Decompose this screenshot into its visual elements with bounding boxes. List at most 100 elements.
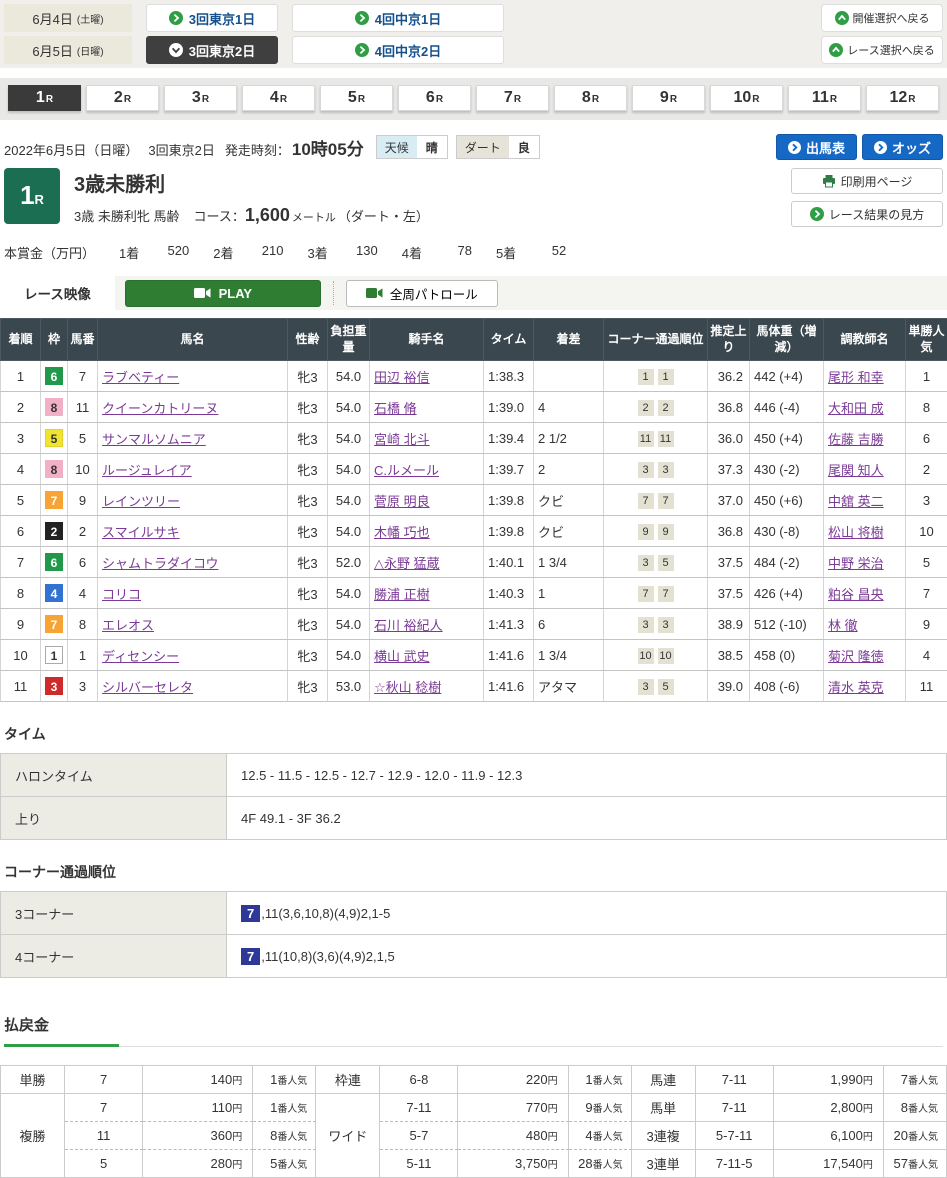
payout-combination: 5-7 [380,1122,458,1150]
trainer-cell: 菊沢 隆徳 [824,640,906,671]
payout-amount: 220円 [458,1066,568,1094]
trainer-link[interactable]: 菊沢 隆徳 [828,649,884,664]
horse-name-cell: エレオス [98,609,288,640]
race-tab-12r[interactable]: 12R [866,85,939,111]
horse-number: 10 [68,454,98,485]
time-table: ハロンタイム12.5 - 11.5 - 12.5 - 12.7 - 12.9 -… [0,753,947,840]
race-tab-10r[interactable]: 10R [710,85,783,111]
corner-order-text: ,11(10,8)(3,6)(4,9)2,1,5 [261,949,394,964]
race-tab-11r[interactable]: 11R [788,85,861,111]
horse-link[interactable]: クイーンカトリーヌ [102,401,218,416]
frame-cell: 2 [41,516,68,547]
frame-badge: 5 [45,429,63,447]
horse-link[interactable]: シャムトラダイコウ [102,556,218,571]
finish-position: 1 [1,361,41,392]
finish-time: 1:39.7 [484,454,534,485]
payout-amount: 110円 [143,1094,253,1122]
result-row: 1133シルバーセレタ牝353.0☆秋山 稔樹1:41.6アタマ3539.040… [1,671,947,702]
jockey-link[interactable]: 勝浦 正樹 [374,587,430,602]
race-tab-7r[interactable]: 7R [476,85,549,111]
last-3f: 38.9 [708,609,750,640]
meeting-link-button[interactable]: 3回東京2日 [146,36,278,64]
print-page-button[interactable]: 印刷用ページ [791,168,943,194]
jockey-link[interactable]: 菅原 明良 [374,494,430,509]
horse-link[interactable]: エレオス [102,618,154,633]
popularity-unit: 番人気 [908,1132,938,1143]
trainer-cell: 尾形 和幸 [824,361,906,392]
jockey-link[interactable]: 宮崎 北斗 [374,432,430,447]
odds-button[interactable]: オッズ [862,134,943,160]
payout-popularity: 1番人気 [253,1066,316,1094]
win-popularity: 6 [906,423,947,454]
back-to-race-select-button[interactable]: レース選択へ戻る [821,36,943,64]
popularity-number: 1 [270,1100,277,1115]
jockey-link[interactable]: ☆秋山 稔樹 [374,680,441,695]
race-tab-6r[interactable]: 6R [398,85,471,111]
trainer-link[interactable]: 佐藤 吉勝 [828,432,884,447]
race-tab-8r[interactable]: 8R [554,85,627,111]
race-tab-3r[interactable]: 3R [164,85,237,111]
trainer-cell: 大和田 成 [824,392,906,423]
jockey-link[interactable]: 木幡 巧也 [374,525,430,540]
meeting-link-button[interactable]: 3回東京1日 [146,4,278,32]
jockey-link[interactable]: 石川 裕紀人 [374,618,443,633]
horse-link[interactable]: ディセンシー [102,649,179,664]
win-popularity: 2 [906,454,947,485]
horse-link[interactable]: レインツリー [102,494,180,509]
carried-weight: 54.0 [328,485,370,516]
tab-suffix: R [592,94,599,105]
trainer-link[interactable]: 粕谷 昌央 [828,587,884,602]
horse-link[interactable]: コリコ [102,587,141,602]
race-number: 1 [20,180,34,211]
result-guide-button[interactable]: レース結果の見方 [791,201,943,227]
trainer-link[interactable]: 林 徹 [828,618,858,633]
trainer-cell: 中野 栄治 [824,547,906,578]
jockey-link[interactable]: △永野 猛蔵 [374,556,440,571]
back-to-kaisai-select-button[interactable]: 開催選択へ戻る [821,4,943,32]
meeting-link-button[interactable]: 4回中京2日 [292,36,504,64]
entry-table-button[interactable]: 出馬表 [776,134,857,160]
sex-age: 牝3 [288,392,328,423]
trainer-link[interactable]: 中野 栄治 [828,556,884,571]
payout-combination: 7-11 [696,1066,774,1094]
trainer-link[interactable]: 大和田 成 [828,401,884,416]
horse-name-cell: シルバーセレタ [98,671,288,702]
race-tab-2r[interactable]: 2R [86,85,159,111]
date-label: 6月5日(日曜) [4,36,132,64]
jockey-cell: 石橋 脩 [370,392,484,423]
trainer-cell: 中舘 英二 [824,485,906,516]
jockey-cell: C.ルメール [370,454,484,485]
horse-link[interactable]: シルバーセレタ [102,680,193,695]
race-tab-1r[interactable]: 1R [8,85,81,111]
jockey-link[interactable]: 横山 武史 [374,649,430,664]
payout-amount: 1,990円 [774,1066,884,1094]
jockey-link[interactable]: 田辺 裕信 [374,370,430,385]
race-tab-4r[interactable]: 4R [242,85,315,111]
horse-link[interactable]: ラブベティー [102,370,179,385]
patrol-video-button[interactable]: 全周パトロール [346,280,498,307]
trainer-link[interactable]: 尾形 和幸 [828,370,884,385]
meeting-link-button[interactable]: 4回中京1日 [292,4,504,32]
payout-combination: 6-8 [380,1066,458,1094]
horse-link[interactable]: ルージュレイア [102,463,192,478]
horse-number: 8 [68,609,98,640]
race-tab-5r[interactable]: 5R [320,85,393,111]
jockey-link[interactable]: 石橋 脩 [374,401,417,416]
payout-amount: 17,540円 [774,1150,884,1178]
payout-amount-number: 17,540 [823,1156,863,1171]
jockey-link[interactable]: C.ルメール [374,463,439,478]
payout-popularity: 8番人気 [253,1122,316,1150]
trainer-link[interactable]: 松山 将樹 [828,525,884,540]
start-time-label: 発走時刻： [225,140,290,159]
play-video-button[interactable]: PLAY [125,280,321,307]
race-tab-9r[interactable]: 9R [632,85,705,111]
horse-link[interactable]: スマイルサキ [102,525,180,540]
column-header: 単勝人気 [906,319,947,361]
trainer-link[interactable]: 中舘 英二 [828,494,884,509]
horse-link[interactable]: サンマルソムニア [102,432,206,447]
trainer-link[interactable]: 尾関 知人 [828,463,884,478]
prize-amount: 210 [249,243,283,262]
prize-item: 5着52 [472,243,566,262]
popularity-unit: 番人気 [277,1104,307,1115]
trainer-link[interactable]: 清水 英克 [828,680,884,695]
